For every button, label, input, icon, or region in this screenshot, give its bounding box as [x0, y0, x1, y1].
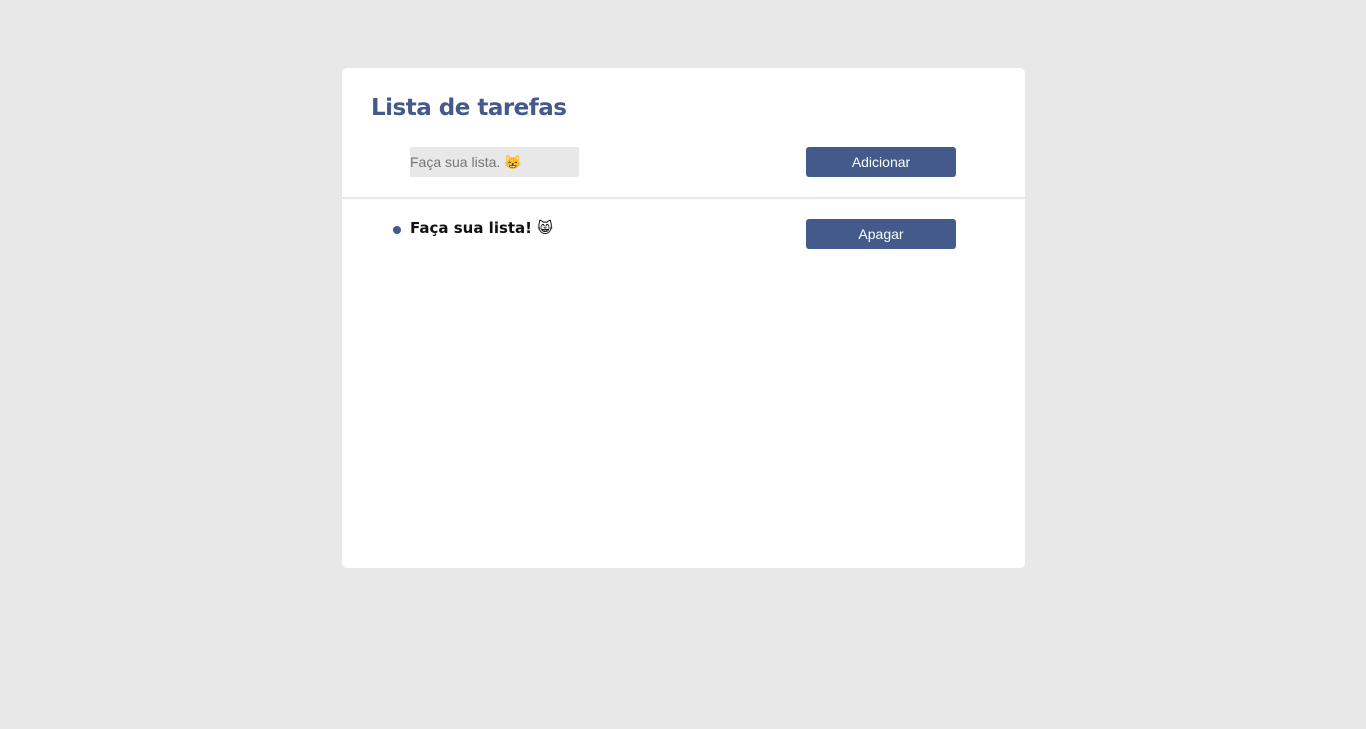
- page-title: Lista de tarefas: [371, 95, 567, 121]
- task-list: Faça sua lista! 😸 Apagar: [342, 199, 1025, 271]
- add-button[interactable]: Adicionar: [806, 147, 956, 177]
- delete-button[interactable]: Apagar: [806, 219, 956, 249]
- list-item: Faça sua lista! 😸 Apagar: [342, 199, 1025, 271]
- task-input[interactable]: [410, 147, 579, 177]
- bullet-icon: [393, 226, 401, 234]
- todo-card: Lista de tarefas Adicionar Faça sua list…: [342, 68, 1025, 568]
- task-text: Faça sua lista! 😸: [410, 219, 553, 237]
